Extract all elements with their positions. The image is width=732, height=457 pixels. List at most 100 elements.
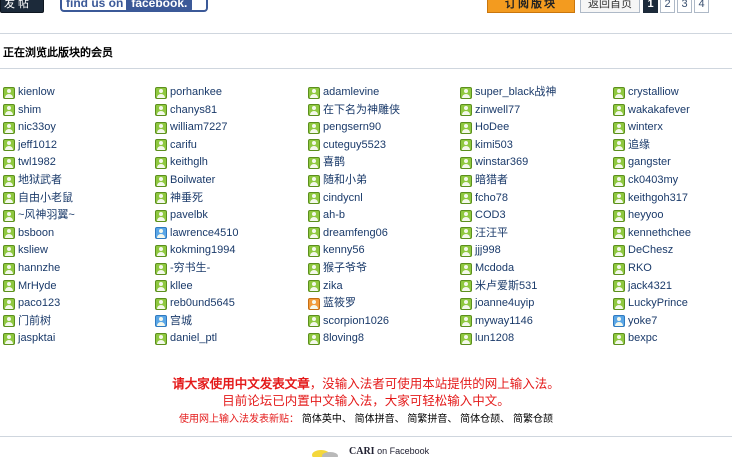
member-name[interactable]: winterx (628, 119, 663, 136)
member-name[interactable]: bsboon (18, 225, 54, 242)
member-name[interactable]: adamlevine (323, 84, 379, 101)
member-item[interactable]: LuckyPrince (613, 295, 732, 312)
member-item[interactable]: 神垂死 (155, 190, 305, 207)
member-name[interactable]: kokming1994 (170, 242, 235, 259)
member-name[interactable]: wakakafever (628, 102, 690, 119)
page-link-1[interactable]: 1 (643, 0, 658, 13)
member-item[interactable]: COD3 (460, 207, 610, 224)
member-name[interactable]: yoke7 (628, 313, 657, 330)
member-name[interactable]: 猴子爷爷 (323, 260, 367, 277)
member-item[interactable]: porhankee (155, 84, 305, 101)
member-name[interactable]: daniel_ptl (170, 330, 217, 347)
member-item[interactable]: myway1146 (460, 313, 610, 330)
member-item[interactable]: Boilwater (155, 172, 305, 189)
member-item[interactable]: chanys81 (155, 102, 305, 119)
member-item[interactable]: 宫城 (155, 313, 305, 330)
member-item[interactable]: bsboon (3, 225, 153, 242)
member-item[interactable]: Mcdoda (460, 260, 610, 277)
member-name[interactable]: 8loving8 (323, 330, 364, 347)
member-name[interactable]: ah-b (323, 207, 345, 224)
member-name[interactable]: 地狱武者 (18, 172, 62, 189)
cari-facebook-link[interactable]: CARI on Facebook (312, 446, 452, 457)
member-item[interactable]: joanne4uyip (460, 295, 610, 312)
input-method-link[interactable]: 简繁仓颉 (513, 414, 553, 425)
member-name[interactable]: 门前树 (18, 313, 51, 330)
member-name[interactable]: carifu (170, 137, 197, 154)
member-name[interactable]: winstar369 (475, 154, 528, 171)
member-item[interactable]: jack4321 (613, 278, 732, 295)
member-item[interactable]: kokming1994 (155, 242, 305, 259)
member-name[interactable]: reb0und5645 (170, 295, 235, 312)
member-item[interactable]: zinwell77 (460, 102, 610, 119)
member-item[interactable]: hannzhe (3, 260, 153, 277)
subscribe-board-button[interactable]: 订阅版块 (487, 0, 575, 13)
member-item[interactable]: MrHyde (3, 278, 153, 295)
member-item[interactable]: daniel_ptl (155, 330, 305, 347)
member-name[interactable]: fcho78 (475, 190, 508, 207)
member-name[interactable]: lun1208 (475, 330, 514, 347)
member-name[interactable]: chanys81 (170, 102, 217, 119)
member-name[interactable]: DeChesz (628, 242, 673, 259)
member-item[interactable]: shim (3, 102, 153, 119)
member-item[interactable]: 猴子爷爷 (308, 260, 458, 277)
member-item[interactable]: heyyoo (613, 207, 732, 224)
member-name[interactable]: kenny56 (323, 242, 365, 259)
member-name[interactable]: 追缘 (628, 137, 650, 154)
member-name[interactable]: RKO (628, 260, 652, 277)
member-item[interactable]: william7227 (155, 119, 305, 136)
member-item[interactable]: -穷书生- (155, 260, 305, 277)
member-name[interactable]: cindycnl (323, 190, 363, 207)
member-item[interactable]: cuteguy5523 (308, 137, 458, 154)
member-name[interactable]: cuteguy5523 (323, 137, 386, 154)
member-name[interactable]: 神垂死 (170, 190, 203, 207)
member-item[interactable]: winstar369 (460, 154, 610, 171)
member-name[interactable]: dreamfeng06 (323, 225, 388, 242)
member-item[interactable]: 自由小老鼠 (3, 190, 153, 207)
member-name[interactable]: heyyoo (628, 207, 663, 224)
member-item[interactable]: 随和小弟 (308, 172, 458, 189)
member-name[interactable]: super_black战神 (475, 84, 556, 101)
member-name[interactable]: Mcdoda (475, 260, 514, 277)
member-name[interactable]: ~风神羽翼~ (18, 207, 75, 224)
member-name[interactable]: pengsern90 (323, 119, 381, 136)
member-item[interactable]: gangster (613, 154, 732, 171)
member-name[interactable]: kennethchee (628, 225, 691, 242)
member-item[interactable]: nic33oy (3, 119, 153, 136)
member-name[interactable]: paco123 (18, 295, 60, 312)
member-item[interactable]: kennethchee (613, 225, 732, 242)
member-item[interactable]: zika (308, 278, 458, 295)
member-name[interactable]: scorpion1026 (323, 313, 389, 330)
member-item[interactable]: ah-b (308, 207, 458, 224)
member-name[interactable]: nic33oy (18, 119, 56, 136)
member-item[interactable]: 地狱武者 (3, 172, 153, 189)
member-item[interactable]: fcho78 (460, 190, 610, 207)
member-item[interactable]: 米卢爱斯531 (460, 278, 610, 295)
member-item[interactable]: pavelbk (155, 207, 305, 224)
member-name[interactable]: shim (18, 102, 41, 119)
member-item[interactable]: kenny56 (308, 242, 458, 259)
member-name[interactable]: 汪汪平 (475, 225, 508, 242)
member-item[interactable]: HoDee (460, 119, 610, 136)
member-name[interactable]: ksliew (18, 242, 48, 259)
member-item[interactable]: 暗猎者 (460, 172, 610, 189)
member-item[interactable]: wakakafever (613, 102, 732, 119)
member-name[interactable]: keithgoh317 (628, 190, 688, 207)
page-link-3[interactable]: 3 (677, 0, 692, 13)
member-item[interactable]: 8loving8 (308, 330, 458, 347)
member-item[interactable]: lun1208 (460, 330, 610, 347)
member-item[interactable]: jjj998 (460, 242, 610, 259)
member-name[interactable]: bexpc (628, 330, 657, 347)
member-item[interactable]: 蓝筱罗 (308, 295, 458, 312)
member-name[interactable]: HoDee (475, 119, 509, 136)
member-name[interactable]: COD3 (475, 207, 506, 224)
member-name[interactable]: pavelbk (170, 207, 208, 224)
member-name[interactable]: myway1146 (475, 313, 533, 330)
member-item[interactable]: winterx (613, 119, 732, 136)
member-name[interactable]: 宫城 (170, 313, 192, 330)
member-name[interactable]: jjj998 (475, 242, 501, 259)
member-item[interactable]: cindycnl (308, 190, 458, 207)
member-item[interactable]: twl1982 (3, 154, 153, 171)
member-name[interactable]: jaspktai (18, 330, 55, 347)
input-method-link[interactable]: 简体仓颉 (460, 414, 500, 425)
member-item[interactable]: jeff1012 (3, 137, 153, 154)
